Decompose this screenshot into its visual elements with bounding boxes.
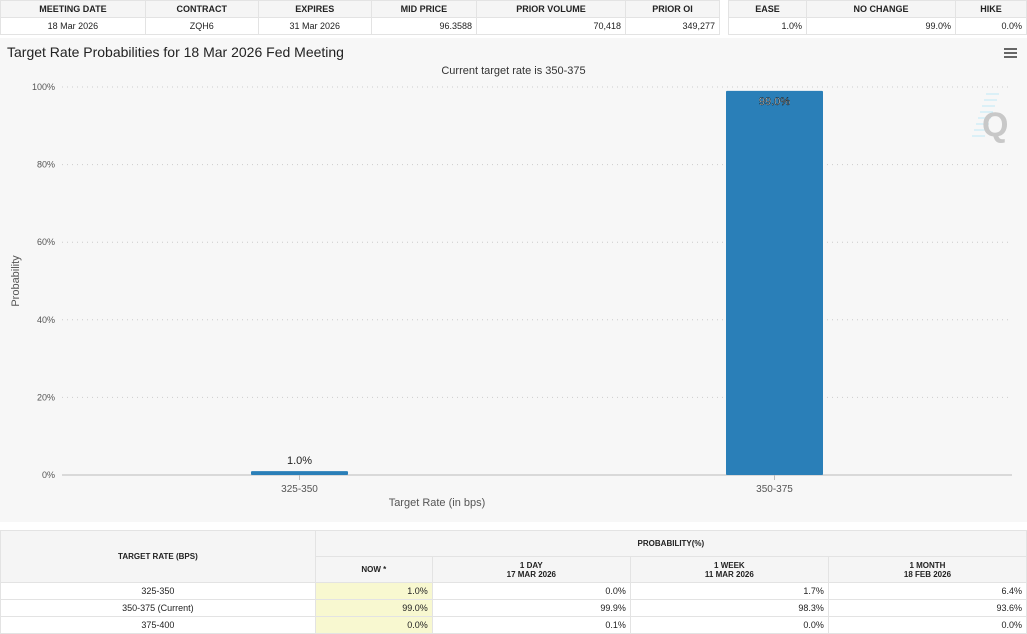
header: NO CHANGE [806, 0, 956, 18]
column-label: 1 MONTH [909, 560, 946, 570]
column-label: 1 DAY [519, 560, 543, 570]
x-tick-label: 325-350 [281, 484, 318, 495]
rate-cell: 325-350 [0, 582, 316, 600]
rate-cell: 350-375 (Current) [0, 599, 316, 617]
column-date: 18 FEB 2026 [903, 569, 952, 579]
y-tick-label: 20% [37, 392, 55, 402]
column-label: 1 WEEK [714, 560, 745, 570]
probability-cell: 98.3% [629, 599, 829, 617]
header: HIKE [954, 0, 1027, 18]
x-axis-title: Target Rate (in bps) [389, 497, 486, 509]
header: EXPIRES [257, 0, 372, 18]
cell: 349,277 [625, 17, 720, 35]
column-label: NOW * [361, 565, 387, 574]
probability-cell: 0.0% [431, 582, 631, 600]
data-label: 99.0% [759, 96, 790, 108]
bar-325-350[interactable] [251, 471, 348, 475]
table-row: 325-350 1.0% 0.0% 1.7% 6.4% [0, 582, 1027, 600]
y-tick-label: 60% [37, 237, 55, 247]
cell: 70,418 [476, 17, 627, 35]
probability-cell: 1.0% [314, 582, 433, 600]
cell: 31 Mar 2026 [257, 17, 372, 35]
cell: ZQH6 [144, 17, 259, 35]
x-tick-label: 350-375 [756, 484, 793, 495]
outcome-table: EASE NO CHANGE HIKE 1.0% 99.0% 0.0% [728, 0, 1027, 35]
column-header: 1 WEEK 11 MAR 2026 [629, 556, 829, 583]
y-tick-label: 0% [42, 470, 55, 480]
probability-cell: 0.1% [431, 616, 631, 634]
y-tick-label: 100% [32, 82, 55, 92]
probability-cell: 0.0% [827, 616, 1027, 634]
cell: 1.0% [728, 17, 807, 35]
cell: 99.0% [806, 17, 956, 35]
header: PRIOR VOLUME [476, 0, 627, 18]
header: CONTRACT [144, 0, 259, 18]
probability-cell: 99.0% [314, 599, 433, 617]
column-date: 17 MAR 2026 [506, 569, 556, 579]
column-date: 11 MAR 2026 [704, 569, 754, 579]
column-header: 1 MONTH 18 FEB 2026 [827, 556, 1027, 583]
bar-350-375[interactable] [726, 90, 823, 475]
cell: 96.3588 [370, 17, 478, 35]
y-tick-label: 40% [37, 315, 55, 325]
cell: 0.0% [954, 17, 1027, 35]
header: MID PRICE [370, 0, 478, 18]
header: MEETING DATE [0, 0, 146, 18]
table-row: 350-375 (Current) 99.0% 99.9% 98.3% 93.6% [0, 599, 1027, 617]
header: EASE [728, 0, 807, 18]
plot-area: 0% 20% 40% 60% 80% 100% 1.0% 325-350 99.0% 350-37… [10, 82, 1012, 509]
probability-cell: 6.4% [827, 582, 1027, 600]
contract-table: MEETING DATE CONTRACT EXPIRES MID PRICE PRIO… [0, 0, 720, 35]
probability-cell: 1.7% [629, 582, 829, 600]
probability-cell: 0.0% [629, 616, 829, 634]
data-label: 1.0% [287, 455, 312, 467]
logo-q: Q [982, 106, 1008, 144]
cell: 18 Mar 2026 [0, 17, 146, 35]
y-axis-title: Probability [10, 255, 22, 307]
header: PRIOR OI [625, 0, 720, 18]
column-header: NOW * [314, 556, 433, 583]
rate-header: TARGET RATE (BPS) [0, 530, 316, 583]
rate-cell: 375-400 [0, 616, 316, 634]
probability-cell: 0.0% [314, 616, 433, 634]
table-row: 375-400 0.0% 0.1% 0.0% 0.0% [0, 616, 1027, 634]
probability-table: TARGET RATE (BPS) PROBABILITY(%) NOW * 1 D… [0, 530, 1027, 634]
chart: Target Rate Probabilities for 18 Mar 202… [0, 38, 1027, 522]
probability-cell: 93.6% [827, 599, 1027, 617]
column-header: 1 DAY 17 MAR 2026 [431, 556, 631, 583]
y-tick-label: 80% [37, 160, 55, 170]
probability-header: PROBABILITY(%) [314, 530, 1027, 557]
probability-cell: 99.9% [431, 599, 631, 617]
